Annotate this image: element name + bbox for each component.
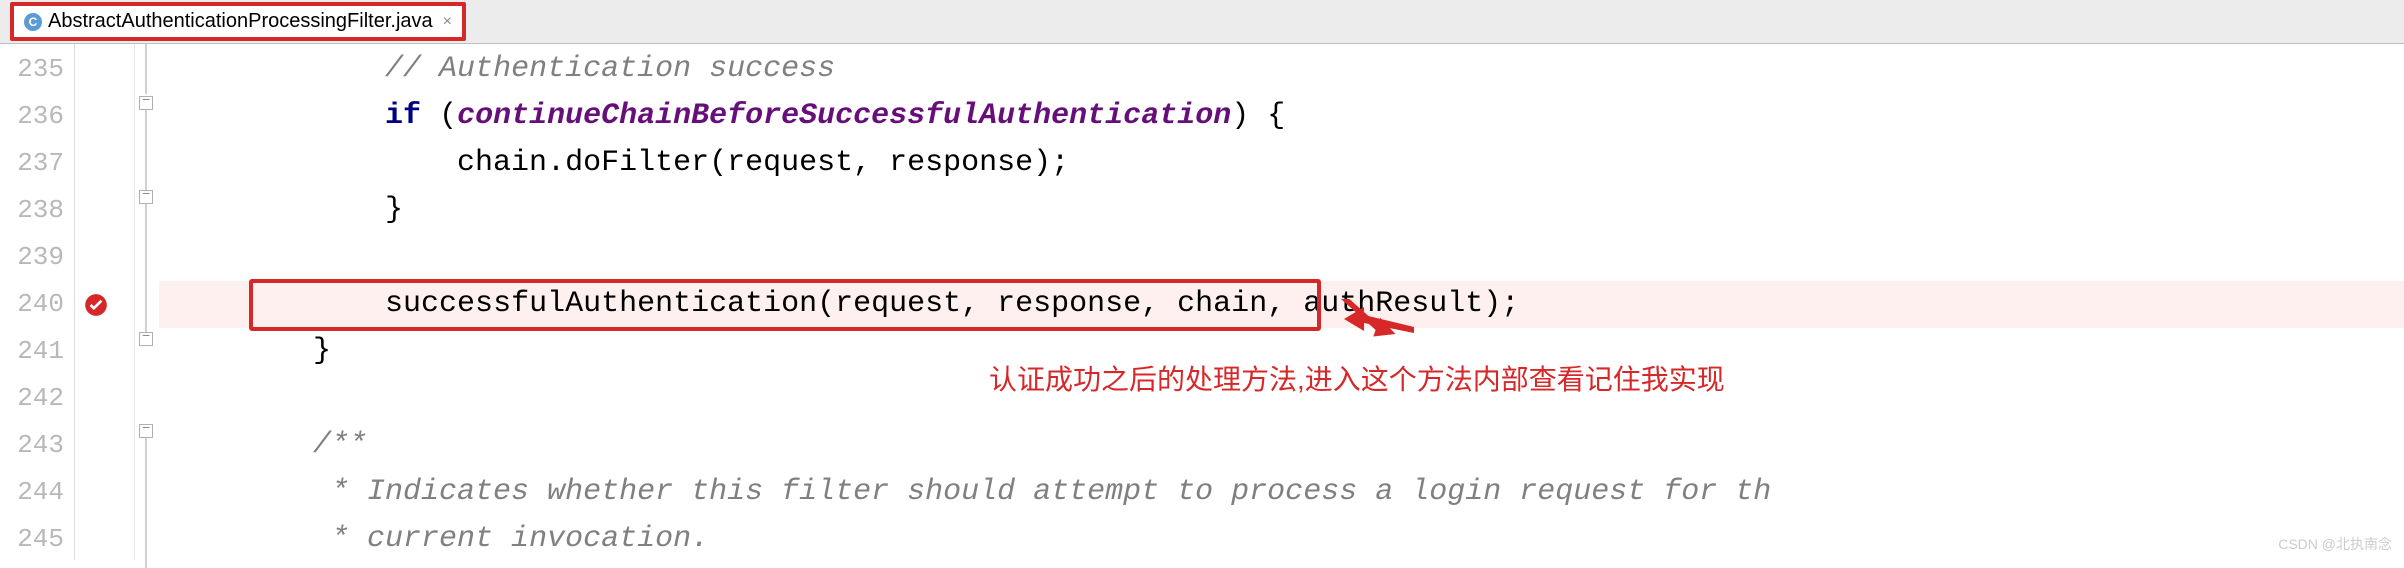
code-line-highlighted: successfulAuthentication(request, respon… [159, 281, 2404, 328]
annotation-text: 认证成功之后的处理方法,进入这个方法内部查看记住我实现 [989, 358, 1725, 398]
fold-marker-icon[interactable] [139, 424, 153, 438]
code-line: chain.doFilter(request, response); [159, 140, 2404, 187]
fold-end-icon[interactable] [139, 332, 153, 346]
line-number: 239 [0, 234, 74, 281]
file-tab[interactable]: AbstractAuthenticationProcessingFilter.j… [10, 2, 466, 41]
line-number: 244 [0, 469, 74, 516]
line-number: 241 [0, 328, 74, 375]
arrow-icon [1339, 299, 1419, 349]
breakpoint-icon[interactable] [83, 292, 109, 318]
fold-column [135, 44, 159, 560]
line-number: 237 [0, 140, 74, 187]
code-line: /** [159, 422, 2404, 469]
fold-line [145, 110, 147, 192]
line-number: 238 [0, 187, 74, 234]
line-number-gutter: 235 236 237 238 239 240 241 242 243 244 … [0, 44, 75, 560]
code-line: // Authentication success [159, 46, 2404, 93]
fold-line [145, 438, 147, 568]
code-line: if (continueChainBeforeSuccessfulAuthent… [159, 93, 2404, 140]
line-number: 235 [0, 46, 74, 93]
java-class-icon [24, 13, 42, 31]
code-editor[interactable]: 235 236 237 238 239 240 241 242 243 244 … [0, 44, 2404, 560]
tab-filename: AbstractAuthenticationProcessingFilter.j… [48, 10, 433, 33]
marker-column [75, 44, 135, 560]
fold-line [145, 44, 147, 94]
fold-line [145, 204, 147, 336]
code-line [159, 234, 2404, 281]
code-area[interactable]: // Authentication success if (continueCh… [159, 44, 2404, 560]
tab-bar: AbstractAuthenticationProcessingFilter.j… [0, 0, 2404, 44]
line-number: 242 [0, 375, 74, 422]
code-line: } [159, 187, 2404, 234]
line-number: 240 [0, 281, 74, 328]
line-number: 245 [0, 516, 74, 563]
line-number: 236 [0, 93, 74, 140]
line-number: 243 [0, 422, 74, 469]
close-icon[interactable]: × [443, 13, 452, 31]
fold-end-icon[interactable] [139, 190, 153, 204]
code-line: * Indicates whether this filter should a… [159, 469, 2404, 516]
watermark: CSDN @北执南念 [2278, 534, 2392, 554]
fold-marker-icon[interactable] [139, 96, 153, 110]
code-line: * current invocation. [159, 516, 2404, 563]
